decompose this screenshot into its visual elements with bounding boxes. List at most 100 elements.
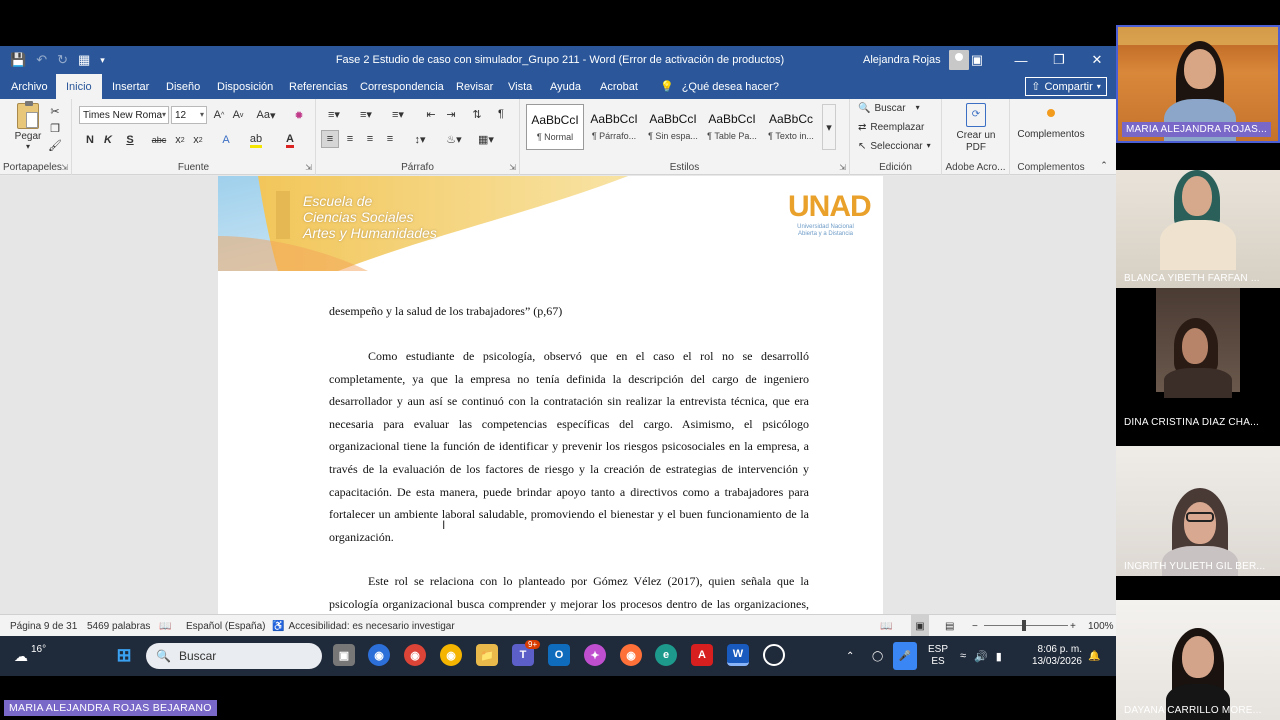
outlook-icon[interactable]: O [548, 644, 570, 666]
share-button[interactable]: ⇧ Compartir ▾ [1025, 77, 1107, 96]
shading-icon[interactable]: ♨▾ [442, 130, 466, 148]
align-center-icon[interactable]: ≡ [341, 130, 359, 148]
strikethrough-icon[interactable]: abc [150, 131, 168, 149]
dialog-launcher-icon[interactable]: ⇲ [305, 163, 312, 172]
accessibility-status[interactable]: ♿ Accesibilidad: es necesario investigar [272, 615, 455, 637]
select-button[interactable]: ↖ Seleccionar ▾ [858, 141, 931, 152]
tab-vista[interactable]: Vista [508, 74, 532, 99]
tab-ayuda[interactable]: Ayuda [550, 74, 581, 99]
customize-qat-icon[interactable]: ▾ [100, 55, 105, 66]
firefox-icon[interactable]: ◉ [620, 644, 642, 666]
chrome-icon[interactable]: ◉ [440, 644, 462, 666]
tab-referencias[interactable]: Referencias [289, 74, 348, 99]
copy-icon[interactable]: ❐ [48, 121, 62, 135]
acrobat-icon[interactable]: A [691, 644, 713, 666]
style-sin-espaciado[interactable]: AaBbCcI ¶ Sin espa... [644, 104, 702, 150]
tab-acrobat[interactable]: Acrobat [600, 74, 638, 99]
find-button[interactable]: 🔍 Buscar ▾ [858, 103, 920, 114]
show-formatting-icon[interactable]: ¶ [492, 105, 510, 123]
participant-tile[interactable]: DINA CRISTINA DIAZ CHA... [1116, 288, 1280, 446]
weather-widget[interactable]: ☁ 16° [14, 636, 46, 676]
clear-format-icon[interactable]: ✹ [290, 106, 308, 124]
style-normal[interactable]: AaBbCcI ¶ Normal [526, 104, 584, 150]
ribbon-display-options-icon[interactable]: ▣ [958, 46, 996, 74]
page-count[interactable]: Página 9 de 31 [10, 615, 77, 637]
tab-diseno[interactable]: Diseño [166, 74, 200, 99]
taskbar-search[interactable]: 🔍 Buscar [146, 643, 322, 669]
font-name-combo[interactable]: Times New Roma ▾ [79, 106, 169, 124]
increase-indent-icon[interactable]: ⇥ [442, 105, 460, 123]
participant-tile[interactable]: DAYANA CARRILLO MORE... [1116, 600, 1280, 720]
replace-button[interactable]: ⇄ Reemplazar [858, 122, 924, 133]
multilevel-list-icon[interactable]: ≡▾ [386, 105, 410, 123]
zoom-slider-thumb[interactable] [1022, 620, 1026, 631]
font-color-icon[interactable]: A [278, 131, 302, 149]
tell-me-box[interactable]: 💡 ¿Qué desea hacer? [660, 74, 779, 99]
font-size-combo[interactable]: 12 ▾ [171, 106, 207, 124]
notifications-icon[interactable]: 🔔 [1088, 636, 1100, 676]
language-indicator[interactable]: Español (España) [186, 615, 266, 637]
account[interactable]: Alejandra Rojas [863, 46, 969, 74]
tray-overflow-icon[interactable]: ⌃ [846, 636, 854, 676]
highlight-color-icon[interactable]: ab [244, 131, 268, 149]
redo-icon[interactable]: ↻ [57, 52, 68, 68]
sort-icon[interactable]: ⇅ [468, 105, 486, 123]
word-icon[interactable]: W [727, 644, 749, 666]
style-texto-independiente[interactable]: AaBbCc ¶ Texto in... [762, 104, 820, 150]
document-area[interactable]: Escuela de Ciencias Sociales Artes y Hum… [0, 176, 1116, 614]
justify-icon[interactable]: ≡ [381, 130, 399, 148]
collapse-ribbon-icon[interactable]: ⌃ [1098, 159, 1110, 171]
zoom-slider[interactable] [984, 625, 1068, 626]
zoom-level[interactable]: 100% [1088, 615, 1114, 637]
table-icon[interactable]: ▦ [78, 52, 90, 68]
tab-disposicion[interactable]: Disposición [217, 74, 273, 99]
web-layout-icon[interactable]: ▤ [945, 615, 954, 637]
decrease-indent-icon[interactable]: ⇤ [422, 105, 440, 123]
complements-button[interactable]: Complementos [1012, 103, 1090, 140]
task-view-icon[interactable]: ▣ [333, 644, 355, 666]
numbering-icon[interactable]: ≡▾ [354, 105, 378, 123]
minimize-button[interactable]: — [1002, 46, 1040, 74]
underline-icon[interactable]: S [121, 131, 139, 149]
dialog-launcher-icon[interactable]: ⇲ [509, 163, 516, 172]
restore-button[interactable]: ❐ [1040, 46, 1078, 74]
chrome-icon[interactable]: ◉ [368, 644, 390, 666]
word-count[interactable]: 5469 palabras [87, 615, 150, 637]
bold-icon[interactable]: N [83, 131, 97, 149]
read-mode-icon[interactable]: 📖 [880, 615, 892, 637]
participant-tile[interactable]: BLANCA YIBETH FARFAN ... [1116, 170, 1280, 288]
participant-tile[interactable]: MARIA ALEJANDRA ROJAS... [1116, 25, 1280, 143]
participant-tile[interactable]: INGRITH YULIETH GIL BER... [1116, 446, 1280, 576]
dialog-launcher-icon[interactable]: ⇲ [61, 163, 68, 172]
save-icon[interactable]: 💾 [10, 52, 26, 68]
shrink-font-icon[interactable]: Av [230, 106, 246, 124]
align-right-icon[interactable]: ≡ [361, 130, 379, 148]
tray-app-icon[interactable]: ◯ [872, 636, 883, 676]
style-parrafo[interactable]: AaBbCcI ¶ Párrafo... [585, 104, 643, 150]
paste-button[interactable]: Pegar ▾ [10, 101, 46, 151]
styles-more-icon[interactable]: ▾ [822, 104, 836, 150]
proofing-icon[interactable]: 📖 [159, 615, 171, 637]
zoom-out-button[interactable]: − [972, 615, 978, 637]
grow-font-icon[interactable]: A ^ [211, 106, 227, 124]
borders-icon[interactable]: ▦▾ [474, 130, 498, 148]
line-spacing-icon[interactable]: ↕▾ [408, 130, 432, 148]
dialog-launcher-icon[interactable]: ⇲ [839, 163, 846, 172]
tab-inicio[interactable]: Inicio [56, 74, 102, 99]
undo-icon[interactable]: ↶ [36, 52, 47, 68]
tab-revisar[interactable]: Revisar [456, 74, 493, 99]
style-table-paragraph[interactable]: AaBbCcI ¶ Table Pa... [703, 104, 761, 150]
copilot-icon[interactable]: ✦ [584, 644, 606, 666]
start-icon[interactable]: ⊞ [113, 644, 135, 666]
chrome-icon[interactable]: ◉ [404, 644, 426, 666]
tab-correspondencia[interactable]: Correspondencia [360, 74, 444, 99]
file-explorer-icon[interactable]: 📁 [476, 644, 498, 666]
cut-icon[interactable]: ✂ [48, 104, 62, 118]
bullets-icon[interactable]: ≡▾ [322, 105, 346, 123]
obs-icon[interactable] [763, 644, 785, 666]
format-painter-icon[interactable]: 🖌 [48, 138, 62, 152]
print-layout-icon[interactable]: ▣ [911, 615, 929, 637]
subscript-icon[interactable]: x2 [172, 131, 188, 149]
edge-icon[interactable]: e [655, 644, 677, 666]
clock[interactable]: 8:06 p. m. 13/03/2026 [1030, 636, 1082, 676]
